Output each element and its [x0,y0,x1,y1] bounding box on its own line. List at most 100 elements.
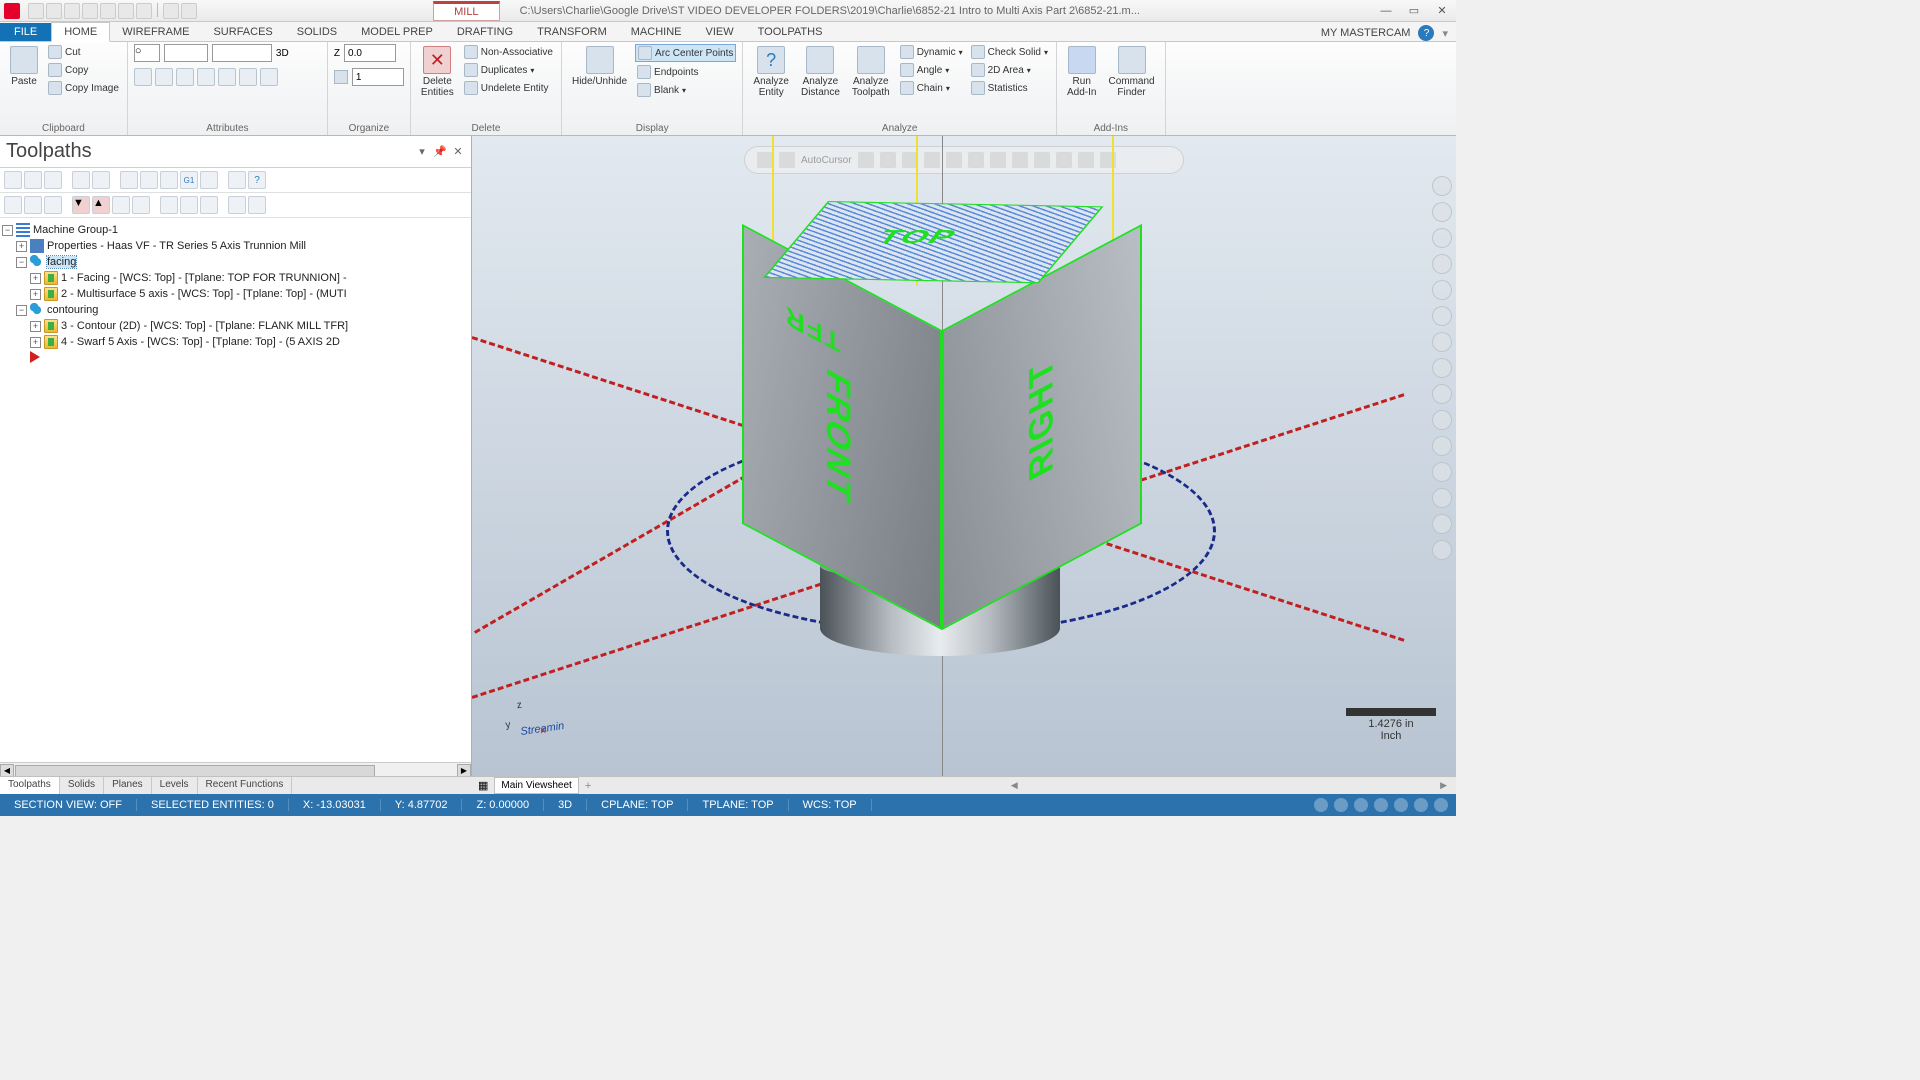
status-icon[interactable] [1374,798,1388,812]
qat-undo-icon[interactable] [163,3,179,19]
tab-transform[interactable]: TRANSFORM [525,23,619,41]
vs-next-icon[interactable]: ▶ [1437,780,1450,791]
tree-insert-arrow[interactable] [2,350,469,364]
tree-group-contouring[interactable]: −contouring [2,302,469,318]
run-addin-button[interactable]: Run Add-In [1063,44,1100,100]
tool-icon[interactable]: ▲ [92,196,110,214]
analyze-distance-button[interactable]: Analyze Distance [797,44,844,100]
tree-op-2[interactable]: +2 - Multisurface 5 axis - [WCS: Top] - … [2,286,469,302]
tool-icon[interactable] [140,171,158,189]
panel-tab-levels[interactable]: Levels [152,777,198,794]
tool-icon[interactable] [200,196,218,214]
expand-icon[interactable]: + [16,241,27,252]
tool-icon[interactable] [228,196,246,214]
copy-image-button[interactable]: Copy Image [46,80,121,96]
tab-view[interactable]: VIEW [694,23,746,41]
check-solid-button[interactable]: Check Solid▾ [969,44,1050,60]
duplicates-button[interactable]: Duplicates▾ [462,62,555,78]
dynamic-button[interactable]: Dynamic▾ [898,44,965,60]
tool-icon[interactable] [200,171,218,189]
tool-icon[interactable] [160,196,178,214]
expand-icon[interactable]: + [30,273,41,284]
tab-solids[interactable]: SOLIDS [285,23,349,41]
delete-entities-button[interactable]: ✕Delete Entities [417,44,458,100]
panel-tab-recent[interactable]: Recent Functions [198,777,293,794]
chain-button[interactable]: Chain▾ [898,80,965,96]
tab-machine[interactable]: MACHINE [619,23,694,41]
z-input[interactable] [344,44,396,62]
qat-redo-icon[interactable] [181,3,197,19]
paste-button[interactable]: Paste [6,44,42,89]
tab-home[interactable]: HOME [51,22,110,42]
tree-op-4[interactable]: +4 - Swarf 5 Axis - [WCS: Top] - [Tplane… [2,334,469,350]
status-cplane[interactable]: CPLANE: TOP [587,799,688,811]
collapse-icon[interactable]: − [16,305,27,316]
tool-icon[interactable]: ▼ [72,196,90,214]
tool-icon[interactable] [228,171,246,189]
attr-icon[interactable] [197,68,215,86]
status-icon[interactable] [1334,798,1348,812]
collapse-icon[interactable]: − [16,257,27,268]
2d-area-button[interactable]: 2D Area▾ [969,62,1050,78]
status-wcs[interactable]: WCS: TOP [789,799,872,811]
tool-icon[interactable] [92,171,110,189]
expand-icon[interactable]: + [30,289,41,300]
tool-icon[interactable] [248,196,266,214]
qat-save-icon[interactable] [64,3,80,19]
file-tab[interactable]: FILE [0,23,51,41]
pin-icon[interactable]: 📌 [433,145,447,159]
qat-print-icon[interactable] [100,3,116,19]
tool-icon[interactable] [112,196,130,214]
status-icon[interactable] [1354,798,1368,812]
tree-op-3[interactable]: +3 - Contour (2D) - [WCS: Top] - [Tplane… [2,318,469,334]
tree-properties[interactable]: +Properties - Haas VF - TR Series 5 Axis… [2,238,469,254]
viewsheet-main[interactable]: Main Viewsheet [494,777,578,794]
tool-icon[interactable] [72,171,90,189]
close-icon[interactable]: ✕ [1428,1,1456,21]
arc-center-points-button[interactable]: Arc Center Points [635,44,736,62]
viewport[interactable]: AutoCursor TFR FRONT RIGHT TOP [472,136,1456,778]
minimize-icon[interactable]: — [1372,1,1400,21]
copy-button[interactable]: Copy [46,62,121,78]
statistics-button[interactable]: Statistics [969,80,1050,96]
cut-button[interactable]: Cut [46,44,121,60]
tool-g1-icon[interactable]: G1 [180,171,198,189]
tool-icon[interactable] [4,171,22,189]
tool-icon[interactable] [160,171,178,189]
panel-tab-solids[interactable]: Solids [60,777,104,794]
attr-icon[interactable] [239,68,257,86]
status-icon[interactable] [1394,798,1408,812]
tab-toolpaths[interactable]: TOOLPATHS [746,23,835,41]
panel-tab-planes[interactable]: Planes [104,777,152,794]
panel-menu-icon[interactable]: ▾ [415,145,429,159]
qat-new-icon[interactable] [28,3,44,19]
status-icon[interactable] [1434,798,1448,812]
tool-icon[interactable] [24,196,42,214]
tree-root[interactable]: −Machine Group-1 [2,222,469,238]
qat-open-icon[interactable] [46,3,62,19]
tree-group-facing[interactable]: −facing [2,254,469,270]
vs-prev-icon[interactable]: ◀ [1008,780,1021,791]
add-viewsheet-button[interactable]: + [585,780,591,792]
tool-icon[interactable] [120,171,138,189]
tool-icon[interactable] [44,196,62,214]
tool-icon[interactable] [24,171,42,189]
analyze-entity-button[interactable]: ?Analyze Entity [749,44,793,100]
hide-unhide-button[interactable]: Hide/Unhide [568,44,631,89]
expand-icon[interactable]: + [30,321,41,332]
tree-op-1[interactable]: +1 - Facing - [WCS: Top] - [Tplane: TOP … [2,270,469,286]
my-mastercam-link[interactable]: MY MASTERCAM [1321,27,1411,39]
close-icon[interactable]: ✕ [451,145,465,159]
collapse-icon[interactable]: − [2,225,13,236]
command-finder-button[interactable]: Command Finder [1104,44,1158,100]
panel-tab-toolpaths[interactable]: Toolpaths [0,777,60,794]
tab-wireframe[interactable]: WIREFRAME [110,23,201,41]
qat-btn-icon[interactable] [136,3,152,19]
line-weight-select[interactable] [212,44,272,62]
blank-button[interactable]: Blank▾ [635,82,736,98]
scroll-thumb[interactable] [15,765,375,777]
tool-icon[interactable] [4,196,22,214]
toolpath-tree[interactable]: −Machine Group-1 +Properties - Haas VF -… [0,218,471,762]
status-icon[interactable] [1314,798,1328,812]
tab-drafting[interactable]: DRAFTING [445,23,525,41]
